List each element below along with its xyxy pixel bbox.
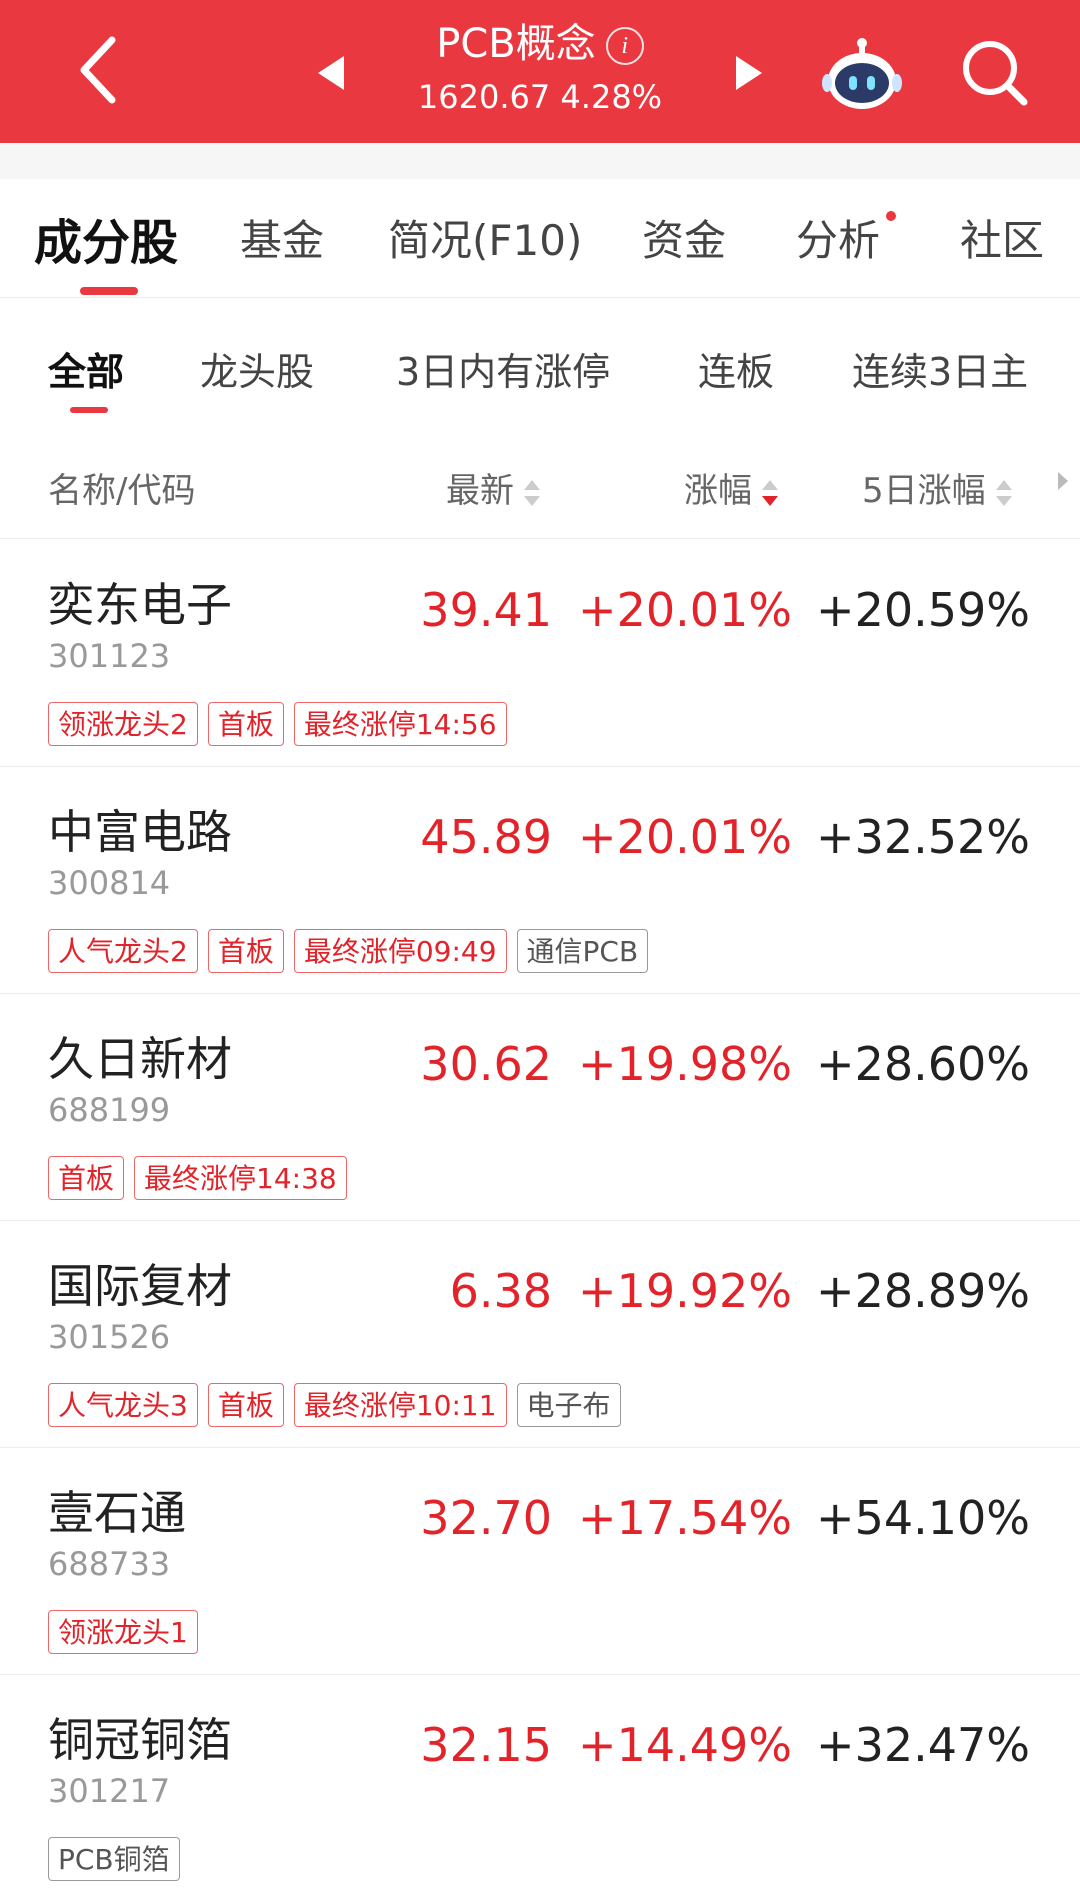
change-percent: +17.54% [578,1491,792,1545]
notification-dot [886,211,896,221]
tag: 人气龙头2 [48,929,198,973]
stock-name: 壹石通 [48,1486,186,1540]
search-icon[interactable] [958,36,1030,108]
tab-profile-f10[interactable]: 简况(F10) [388,207,582,268]
col-name-code: 名称/代码 [48,471,196,511]
index-price: 1620.67 [417,78,551,116]
tag: 最终涨停14:56 [293,702,507,746]
index-change: 4.28% [560,78,663,116]
tag-list: PCB铜箔 [48,1837,190,1883]
top-bar: PCB概念 i 1620.67 4.28% [0,0,1080,143]
info-icon[interactable]: i [605,27,644,65]
stock-code: 688733 [48,1545,171,1583]
latest-price: 32.70 [420,1491,552,1545]
filter-limit-up-3days[interactable]: 3日内有涨停 [396,341,610,396]
tag: 领涨龙头2 [48,702,198,746]
col-change5-label: 5日涨幅 [862,471,986,511]
col-change-label: 涨幅 [684,471,752,511]
header-gap [0,143,1080,179]
stock-name: 铜冠铜箔 [48,1713,232,1767]
tag-list: 领涨龙头2 首板 最终涨停14:56 [48,702,517,748]
change-5day: +20.59% [816,583,1030,637]
sort-desc-icon [762,479,778,506]
stock-name: 中富电路 [48,805,232,859]
active-tab-indicator [80,287,138,295]
concept-tag[interactable]: 电子布 [516,1383,621,1427]
index-title: PCB概念 i [380,14,700,74]
filter-leaders[interactable]: 龙头股 [200,341,314,396]
next-arrow-icon[interactable] [728,50,768,96]
tag: 最终涨停14:38 [134,1156,347,1200]
tag: 人气龙头3 [48,1383,198,1427]
tag-list: 首板 最终涨停14:38 [48,1156,357,1202]
filter-consecutive-3days[interactable]: 连续3日主 [852,341,1028,396]
change-percent: +19.98% [578,1037,792,1091]
change-percent: +19.92% [578,1264,792,1318]
tag-list: 人气龙头3 首板 最终涨停10:11 电子布 [48,1383,631,1429]
table-row[interactable]: 铜冠铜箔 301217 32.15 +14.49% +32.47% PCB铜箔 [0,1674,1080,1901]
tag: 最终涨停10:11 [293,1383,507,1427]
table-row[interactable]: 奕东电子 301123 39.41 +20.01% +20.59% 领涨龙头2 首… [0,539,1080,767]
change-5day: +32.47% [816,1718,1030,1772]
tab-community[interactable]: 社区 [960,207,1044,268]
stock-code: 301123 [48,637,171,675]
change-percent: +14.49% [578,1718,792,1772]
latest-price: 6.38 [449,1264,552,1318]
stock-name: 久日新材 [48,1032,232,1086]
col-change[interactable]: 涨幅 [684,463,780,512]
main-tab-bar: 成分股 基金 简况(F10) 资金 分析 社区 [0,179,1080,298]
tab-analysis[interactable]: 分析 [796,207,880,268]
sort-icon [524,479,540,506]
stock-code: 301526 [48,1318,171,1356]
change-5day: +54.10% [816,1491,1030,1545]
index-name: PCB概念 [436,21,596,67]
tag: 首板 [207,1383,284,1427]
stock-name: 奕东电子 [48,578,232,632]
prev-arrow-icon[interactable] [312,50,352,96]
active-filter-indicator [70,407,108,413]
table-header: 名称/代码 最新 涨幅 5日涨幅 [0,423,1080,539]
change-5day: +28.60% [816,1037,1030,1091]
stock-code: 301217 [48,1772,171,1810]
index-quote: 1620.67 4.28% [380,74,700,120]
change-percent: +20.01% [578,810,792,864]
col-change-5day[interactable]: 5日涨幅 [862,463,1014,512]
col-latest-label: 最新 [446,471,514,511]
concept-tag[interactable]: PCB铜箔 [48,1837,180,1881]
change-5day: +28.89% [816,1264,1030,1318]
stock-name: 国际复材 [48,1259,232,1313]
robot-assistant-icon[interactable] [822,33,902,113]
tag: 首板 [207,929,284,973]
table-row[interactable]: 壹石通 688733 32.70 +17.54% +54.10% 领涨龙头1 [0,1447,1080,1675]
filter-tab-bar: 全部 龙头股 3日内有涨停 连板 连续3日主 [0,297,1080,423]
latest-price: 32.15 [420,1718,552,1772]
tag-list: 人气龙头2 首板 最终涨停09:49 通信PCB [48,929,658,975]
table-row[interactable]: 国际复材 301526 6.38 +19.92% +28.89% 人气龙头3 首板… [0,1220,1080,1448]
filter-consecutive-boards[interactable]: 连板 [698,341,774,396]
tag-list: 领涨龙头1 [48,1610,208,1656]
col-latest-price[interactable]: 最新 [446,463,542,512]
tag: 领涨龙头1 [48,1610,198,1654]
latest-price: 45.89 [420,810,552,864]
stock-code: 300814 [48,864,171,902]
table-row[interactable]: 中富电路 300814 45.89 +20.01% +32.52% 人气龙头2 首… [0,766,1080,994]
change-percent: +20.01% [578,583,792,637]
back-icon[interactable] [62,30,142,110]
sort-icon [995,479,1012,506]
index-title-block[interactable]: PCB概念 i 1620.67 4.28% [380,14,700,120]
tab-capital-flow[interactable]: 资金 [642,207,726,268]
tag: 首板 [48,1156,125,1200]
stock-code: 688199 [48,1091,171,1129]
tab-funds[interactable]: 基金 [240,207,324,268]
chevron-right-icon[interactable] [1054,468,1070,494]
tab-constituents[interactable]: 成分股 [34,203,178,273]
tag: 最终涨停09:49 [293,929,507,973]
table-row[interactable]: 久日新材 688199 30.62 +19.98% +28.60% 首板 最终涨停… [0,993,1080,1221]
change-5day: +32.52% [816,810,1030,864]
latest-price: 30.62 [420,1037,552,1091]
tag: 首板 [207,702,284,746]
concept-tag[interactable]: 通信PCB [516,929,649,973]
filter-all[interactable]: 全部 [48,341,124,396]
latest-price: 39.41 [420,583,552,637]
